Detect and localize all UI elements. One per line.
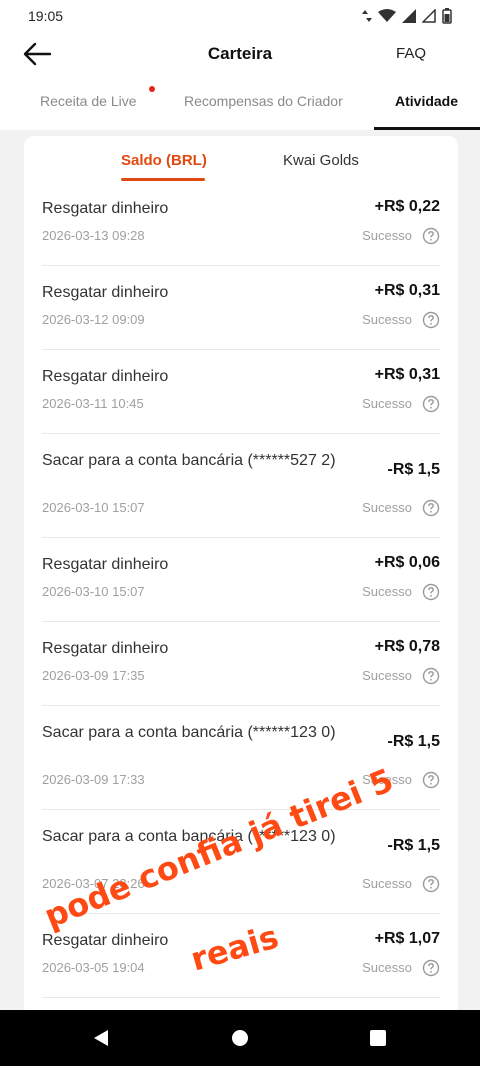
transaction-row[interactable]: Resgatar dinheiro +R$ 0,22 2026-03-13 09… [42,182,440,266]
help-circle-icon[interactable] [422,959,440,977]
currency-tabs: Saldo (BRL) Kwai Golds [24,136,458,182]
transaction-row[interactable]: Sacar para a conta bancária (******123 0… [42,810,440,914]
transaction-amount: -R$ 1,5 [387,837,440,854]
top-tabs: Receita de Live Recompensas do Criador A… [0,76,480,130]
transaction-list: Resgatar dinheiro +R$ 0,22 2026-03-13 09… [42,182,440,998]
transaction-amount: -R$ 1,5 [387,461,440,478]
transaction-date: 2026-03-07 23:26 [42,876,145,891]
status-icons [362,8,452,24]
transaction-status: Sucesso [362,876,412,891]
help-circle-icon[interactable] [422,667,440,685]
status-bar: 19:05 [0,0,480,32]
transaction-amount: +R$ 0,78 [374,638,440,655]
transaction-date: 2026-03-09 17:33 [42,772,145,787]
back-triangle-icon[interactable] [92,1028,110,1048]
transaction-date: 2026-03-11 10:45 [42,396,144,411]
notification-dot [149,86,155,92]
transaction-amount: -R$ 1,5 [387,733,440,750]
transaction-status: Sucesso [362,960,412,975]
transaction-amount: +R$ 0,31 [374,366,440,383]
transaction-title: Resgatar dinheiro [42,556,169,573]
help-circle-icon[interactable] [422,311,440,329]
help-circle-icon[interactable] [422,395,440,413]
battery-icon [442,8,452,24]
recents-square-icon[interactable] [369,1028,387,1048]
transaction-date: 2026-03-12 09:09 [42,312,145,327]
help-circle-icon[interactable] [422,771,440,789]
home-circle-icon[interactable] [231,1028,249,1048]
signal-empty-icon [422,9,436,23]
transaction-row[interactable]: Resgatar dinheiro +R$ 0,31 2026-03-11 10… [42,350,440,434]
transaction-date: 2026-03-05 19:04 [42,960,145,975]
transaction-status: Sucesso [362,772,412,787]
transaction-date: 2026-03-13 09:28 [42,228,145,243]
transaction-title: Sacar para a conta bancária (******527 2… [42,452,336,469]
transaction-title: Resgatar dinheiro [42,200,169,217]
transaction-row[interactable]: Sacar para a conta bancária (******123 0… [42,706,440,810]
transaction-amount: +R$ 0,22 [374,198,440,215]
tab-saldo-brl[interactable]: Saldo (BRL) [121,152,207,169]
transaction-amount: +R$ 1,07 [374,930,440,947]
transaction-status: Sucesso [362,312,412,327]
transaction-amount: +R$ 0,06 [374,554,440,571]
help-circle-icon[interactable] [422,227,440,245]
transaction-row[interactable]: Resgatar dinheiro +R$ 0,78 2026-03-09 17… [42,622,440,706]
activity-card: Saldo (BRL) Kwai Golds Resgatar dinheiro… [24,136,458,1016]
data-arrows-icon [362,10,372,22]
tab-kwai-golds[interactable]: Kwai Golds [283,152,359,169]
transaction-row[interactable]: Resgatar dinheiro +R$ 0,31 2026-03-12 09… [42,266,440,350]
transaction-title: Sacar para a conta bancária (******123 0… [42,828,336,845]
transaction-row[interactable]: Resgatar dinheiro +R$ 0,06 2026-03-10 15… [42,538,440,622]
transaction-status: Sucesso [362,584,412,599]
tab-atividade[interactable]: Atividade [395,93,458,109]
help-circle-icon[interactable] [422,499,440,517]
transaction-row[interactable]: Sacar para a conta bancária (******527 2… [42,434,440,538]
active-tab-underline [374,127,480,130]
app-header: Carteira FAQ [0,32,480,76]
transaction-status: Sucesso [362,668,412,683]
transaction-title: Sacar para a conta bancária (******123 0… [42,724,336,741]
transaction-title: Resgatar dinheiro [42,640,169,657]
transaction-title: Resgatar dinheiro [42,932,169,949]
navigation-bar [0,1010,480,1066]
active-subtab-underline [121,178,205,181]
faq-link[interactable]: FAQ [396,45,426,62]
transaction-row[interactable]: Resgatar dinheiro +R$ 1,07 2026-03-05 19… [42,914,440,998]
tab-receita-de-live[interactable]: Receita de Live [40,93,137,109]
transaction-title: Resgatar dinheiro [42,284,169,301]
help-circle-icon[interactable] [422,583,440,601]
transaction-status: Sucesso [362,228,412,243]
transaction-title: Resgatar dinheiro [42,368,169,385]
status-time: 19:05 [28,8,64,24]
transaction-date: 2026-03-09 17:35 [42,668,145,683]
transaction-status: Sucesso [362,500,412,515]
tab-recompensas-do-criador[interactable]: Recompensas do Criador [184,93,343,109]
signal-icon [402,9,416,23]
wifi-icon [378,9,396,22]
transaction-status: Sucesso [362,396,412,411]
transaction-amount: +R$ 0,31 [374,282,440,299]
help-circle-icon[interactable] [422,875,440,893]
transaction-date: 2026-03-10 15:07 [42,584,145,599]
transaction-date: 2026-03-10 15:07 [42,500,145,515]
